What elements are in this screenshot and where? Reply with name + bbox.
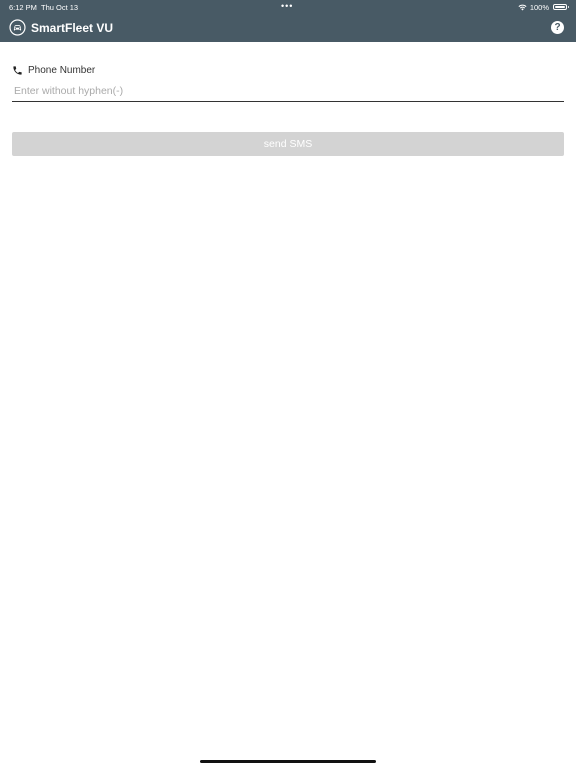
phone-number-label: Phone Number <box>28 64 96 76</box>
phone-label-row: Phone Number <box>12 63 95 77</box>
app-header: 6:12 PM Thu Oct 13 ••• 100% SmartFleet V… <box>0 0 576 42</box>
phone-icon <box>13 65 22 75</box>
question-circle-icon[interactable]: ? <box>551 21 564 34</box>
status-date: Thu Oct 13 <box>41 3 79 12</box>
status-bar: 6:12 PM Thu Oct 13 ••• 100% <box>0 0 576 14</box>
send-sms-button[interactable]: send SMS <box>12 132 564 156</box>
car-circle-icon[interactable] <box>9 19 26 36</box>
multitasking-dots-icon[interactable]: ••• <box>281 1 293 11</box>
battery-icon <box>553 4 569 10</box>
home-indicator[interactable] <box>200 760 376 763</box>
status-time: 6:12 PM <box>9 3 37 12</box>
app-title: SmartFleet VU <box>31 21 114 35</box>
phone-number-input[interactable] <box>12 80 564 102</box>
navbar: SmartFleet VU ? <box>0 14 576 42</box>
wifi-icon <box>518 4 527 10</box>
status-right: 100% <box>518 2 569 12</box>
battery-percent: 100% <box>529 2 549 12</box>
